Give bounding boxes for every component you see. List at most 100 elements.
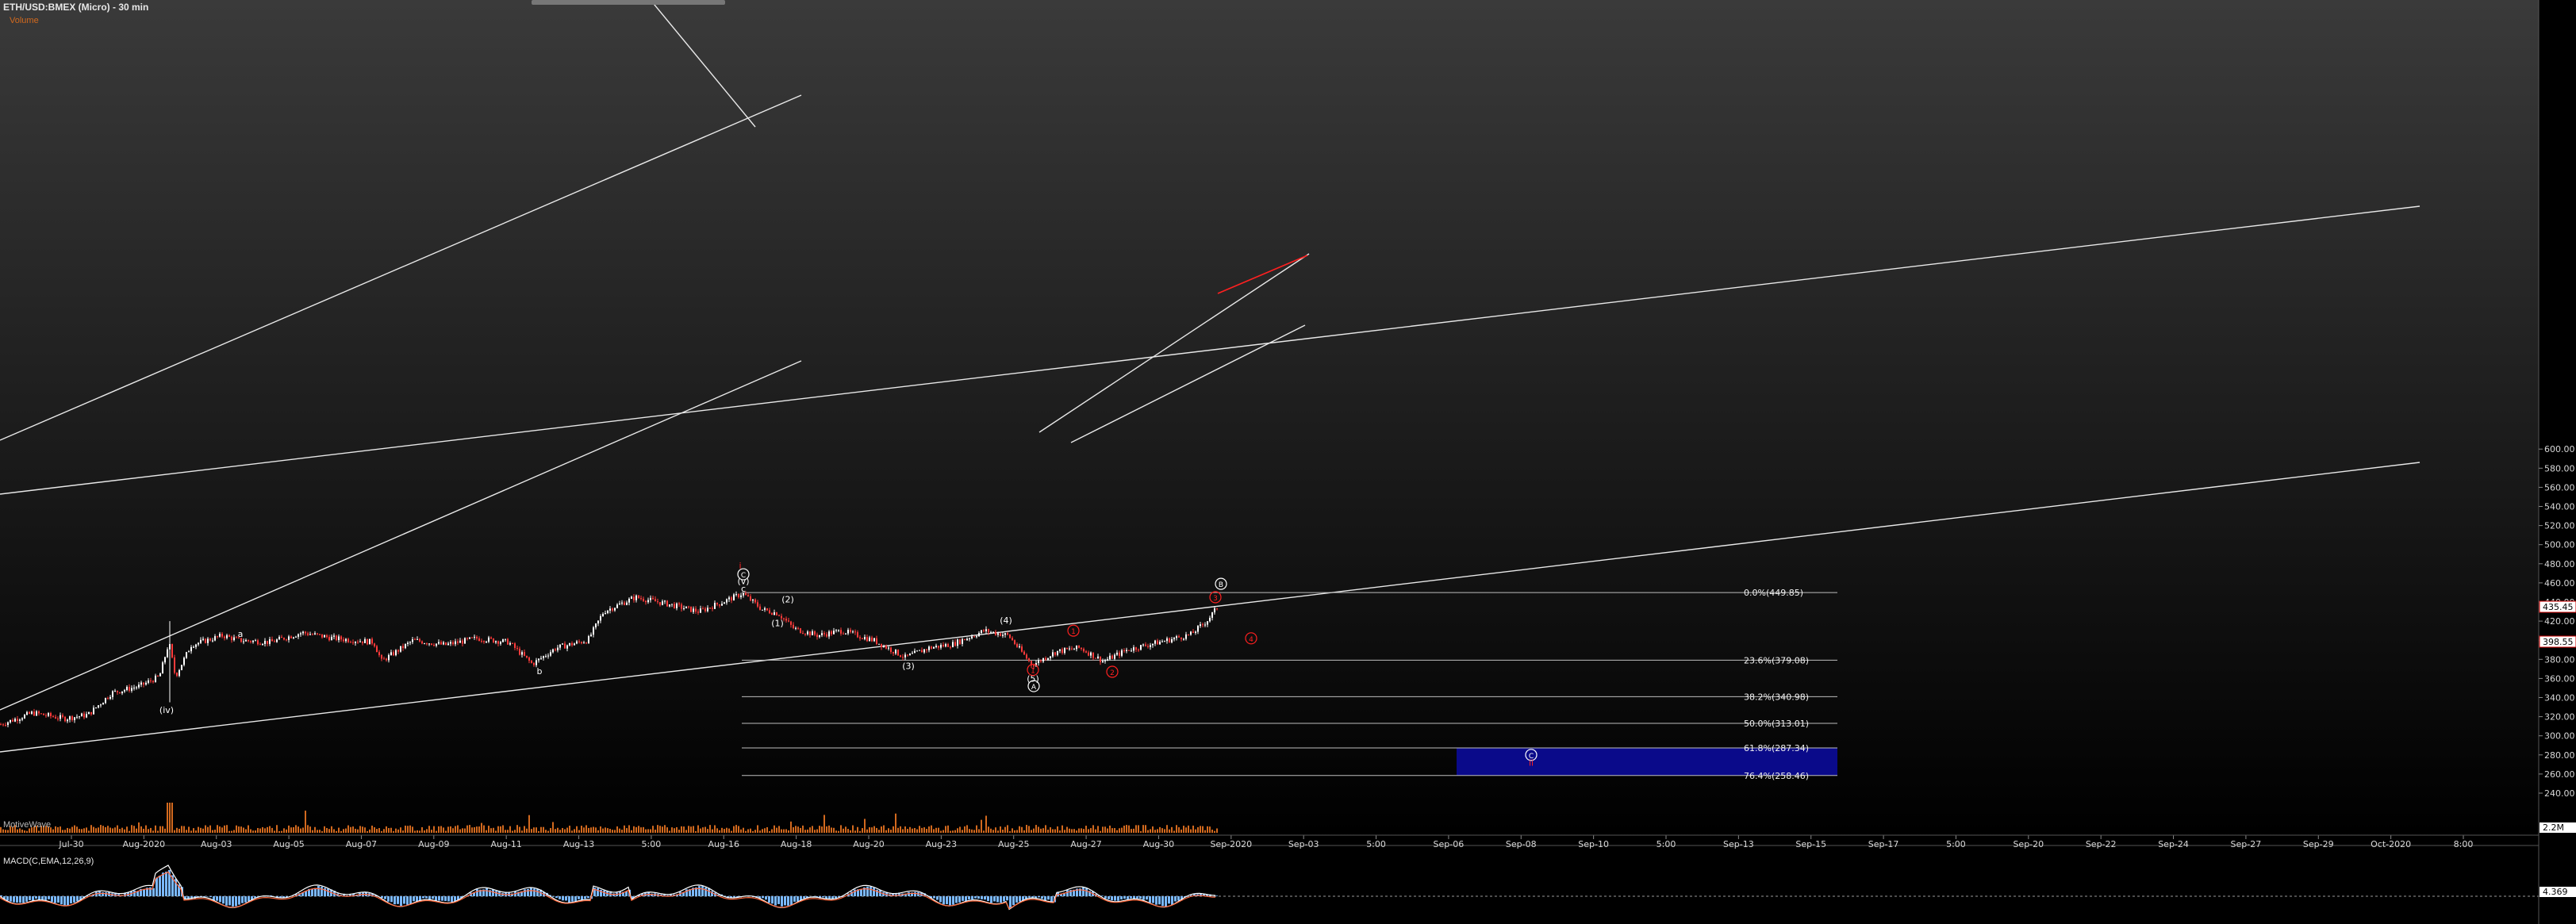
volume-bar — [942, 830, 944, 833]
candle-body — [259, 644, 261, 646]
volume-bar — [374, 827, 375, 833]
macd-histogram-bar — [19, 896, 21, 903]
volume-bar — [1042, 828, 1044, 833]
wave-label: C — [741, 572, 746, 580]
macd-histogram-bar — [784, 896, 786, 906]
volume-bar — [885, 830, 887, 833]
price-pane-background — [0, 0, 2539, 835]
y-tick-label: 460.00 — [2544, 578, 2575, 589]
volume-bar — [1059, 830, 1061, 833]
candle-body — [383, 658, 385, 660]
volume-bar — [528, 815, 530, 833]
macd-histogram-bar — [394, 896, 396, 905]
candle-body — [990, 631, 992, 633]
candle-body — [1152, 643, 1154, 646]
candle-body — [566, 645, 568, 649]
volume-bar — [1204, 830, 1206, 833]
candle-body — [324, 635, 325, 638]
macd-histogram-bar — [952, 896, 954, 905]
candle-body — [7, 722, 9, 726]
volume-bar — [754, 830, 756, 833]
volume-bar — [976, 825, 977, 833]
candle-body — [1012, 638, 1013, 641]
fib-level-label: 61.8%(287.34) — [1744, 743, 1809, 753]
macd-histogram-bar — [1108, 896, 1110, 899]
macd-histogram-bar — [771, 896, 774, 904]
candle-body — [747, 595, 749, 596]
candle-body — [300, 633, 301, 635]
x-tick-label: Sep-15 — [1795, 839, 1826, 849]
chart-scrollbar[interactable] — [532, 0, 725, 5]
volume-bar — [138, 822, 140, 833]
volume-bar — [524, 826, 525, 833]
candle-body — [212, 640, 213, 642]
volume-bar — [88, 830, 90, 833]
chart-canvas[interactable]: 0.0%(449.85) 23.6%(379.08) 38.2%(340.98) 50… — [0, 0, 2576, 924]
volume-bar — [690, 826, 692, 833]
volume-bar — [171, 803, 173, 833]
macd-histogram-bar — [232, 896, 234, 907]
candle-body — [29, 711, 30, 714]
volume-bar — [57, 826, 59, 833]
volume-bar — [60, 826, 61, 833]
candle-body — [585, 642, 587, 644]
x-tick-label: Aug-16 — [708, 839, 739, 849]
macd-histogram-bar — [390, 896, 393, 903]
x-tick-label: Sep-2020 — [1210, 839, 1252, 849]
volume-bar — [1164, 829, 1165, 833]
candle-body — [938, 646, 939, 648]
candle-body — [181, 665, 182, 670]
volume-bar — [800, 827, 801, 833]
volume-bar — [1095, 829, 1096, 833]
volume-bar — [802, 825, 804, 833]
candle-body — [462, 640, 463, 644]
volume-bar — [1176, 825, 1177, 833]
macd-histogram-bar — [32, 896, 34, 901]
x-tick-label: Sep-29 — [2303, 839, 2334, 849]
candle-body — [476, 636, 478, 638]
candle-body — [507, 638, 509, 645]
volume-bar — [562, 827, 563, 833]
candle-body — [340, 636, 342, 640]
wave-label: 2 — [1110, 669, 1115, 677]
macd-histogram-bar — [574, 896, 577, 902]
volume-bar — [769, 830, 770, 833]
candle-body — [93, 707, 94, 715]
x-tick-label: Sep-27 — [2231, 839, 2262, 849]
volume-bar — [209, 825, 211, 833]
volume-bar — [1121, 827, 1123, 833]
volume-bar — [609, 829, 611, 833]
candle-body — [871, 637, 873, 642]
candle-body — [159, 673, 161, 677]
volume-bar — [816, 829, 818, 833]
candle-body — [271, 638, 273, 642]
candle-body — [531, 661, 532, 663]
volume-bar — [688, 826, 689, 833]
macd-histogram-bar — [971, 896, 973, 900]
candle-body — [459, 640, 461, 643]
candle-body — [769, 610, 770, 614]
volume-bar — [843, 828, 844, 833]
volume-bar — [574, 829, 575, 833]
candle-body — [328, 637, 330, 641]
candle-body — [386, 658, 387, 661]
volume-bar — [621, 830, 623, 833]
y-tick-label: 280.00 — [2544, 750, 2575, 761]
macd-histogram-bar — [765, 896, 767, 900]
candle-body — [19, 719, 21, 721]
macd-histogram-bar — [530, 888, 532, 896]
volume-bar — [678, 830, 680, 833]
volume-bar — [821, 826, 823, 833]
candle-body — [290, 636, 292, 638]
candle-body — [1123, 650, 1125, 651]
candle-body — [221, 634, 223, 637]
volume-bar — [614, 830, 616, 833]
volume-bar — [707, 829, 708, 833]
candle-body — [205, 638, 206, 643]
y-tick-label: 580.00 — [2544, 463, 2575, 474]
candle-body — [100, 704, 102, 706]
macd-value-label: 4.369 — [2543, 887, 2568, 897]
volume-bar — [324, 826, 325, 833]
volume-bar — [1069, 828, 1070, 833]
volume-bar — [224, 825, 225, 833]
